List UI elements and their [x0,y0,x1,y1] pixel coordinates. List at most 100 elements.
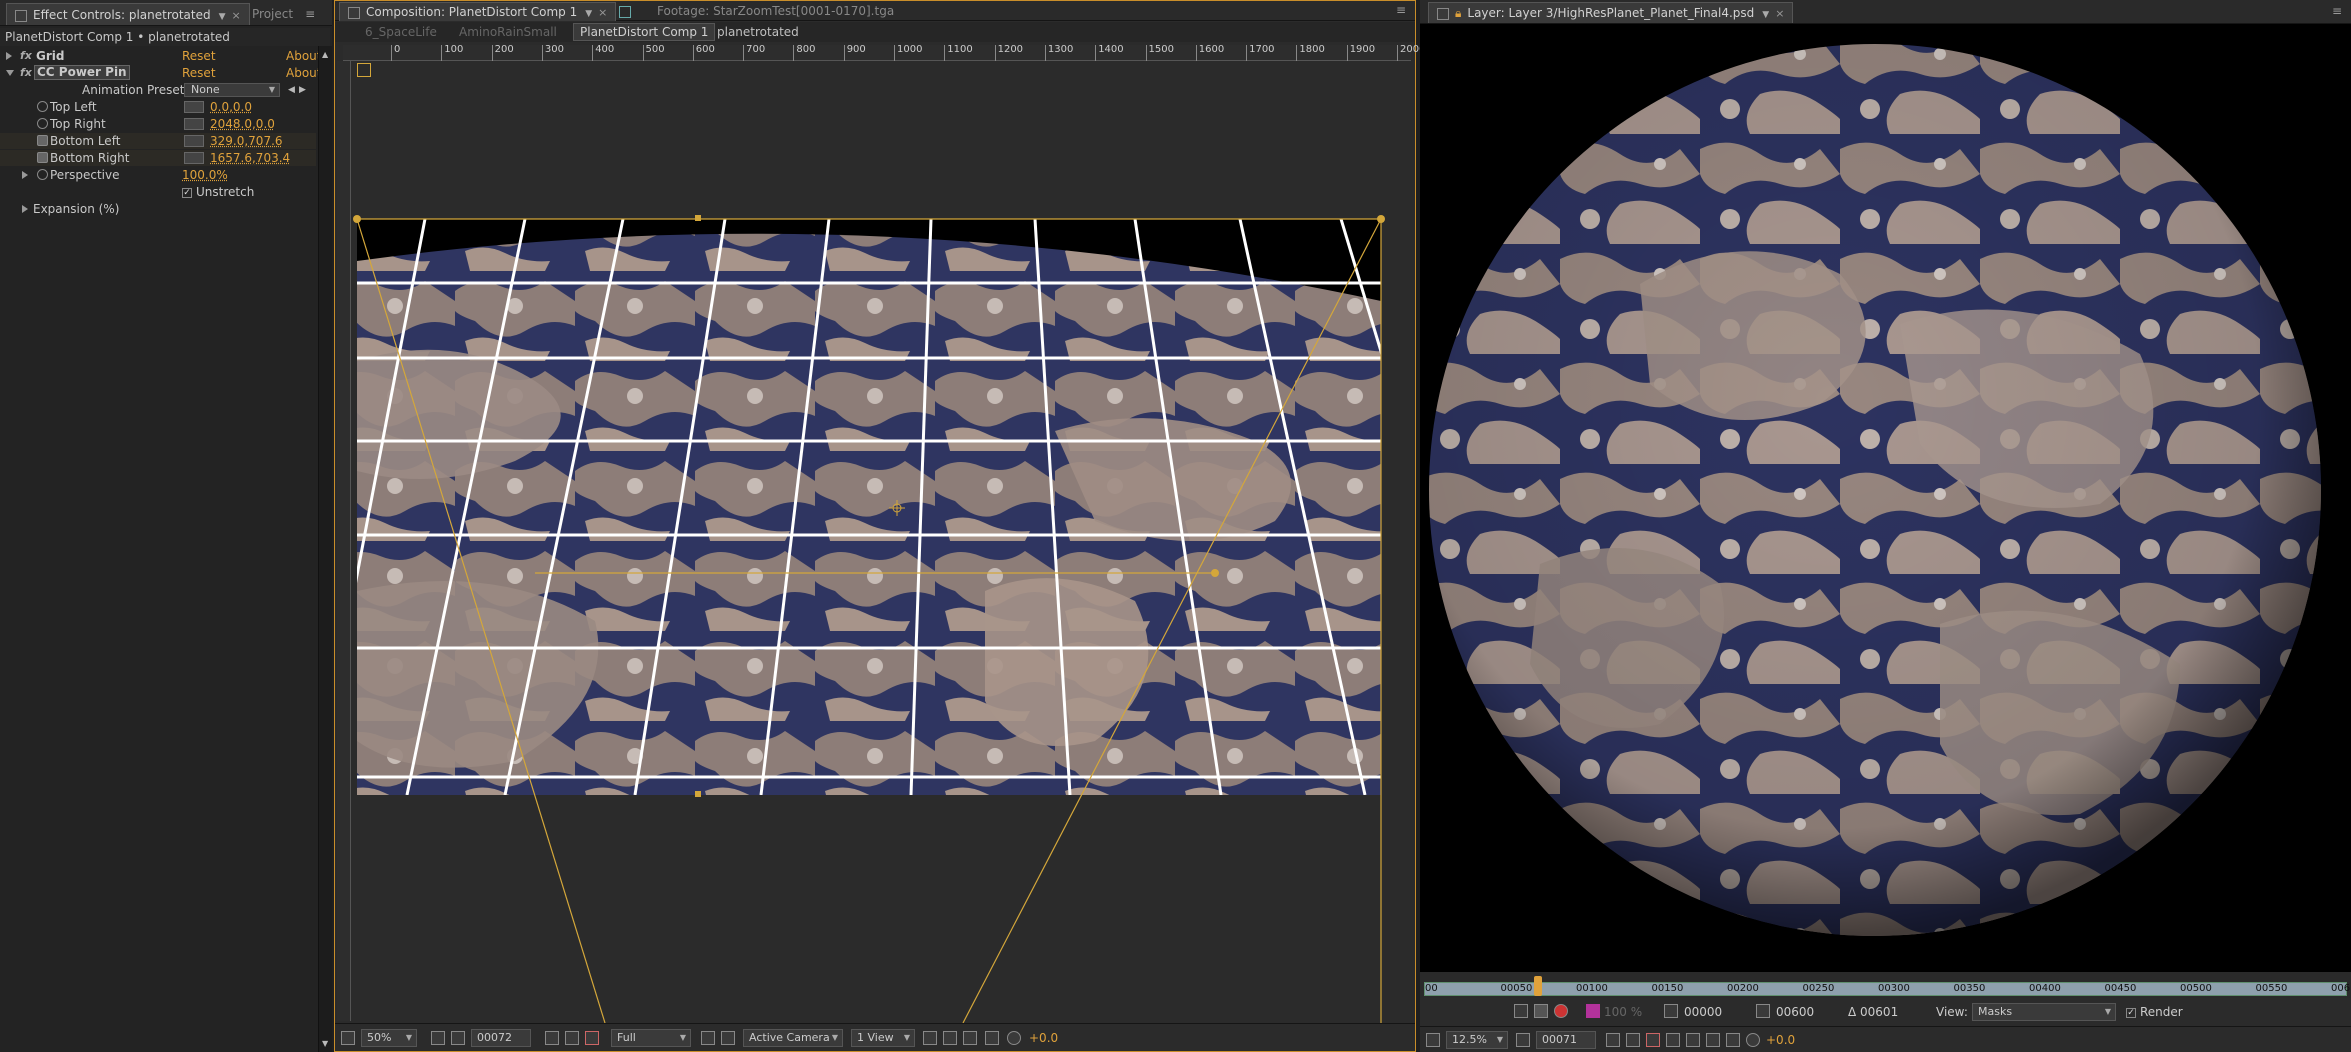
chevron-down-icon[interactable]: ▼ [219,12,226,22]
region-of-interest-icon[interactable] [1666,1033,1680,1047]
unstretch-checkbox[interactable]: ✓ Unstretch [182,184,254,200]
in-point-value[interactable]: 00000 [1684,1005,1722,1019]
param-value[interactable]: 100.0% [182,167,228,183]
color-channels-icon[interactable] [1646,1033,1660,1047]
camera-icon[interactable] [1606,1033,1620,1047]
ripple-insert-icon[interactable] [1534,1004,1548,1018]
out-point-value[interactable]: 00600 [1776,1005,1814,1019]
chevron-down-icon[interactable]: ▼ [1762,10,1769,20]
layer-timecode-field[interactable]: 00071 [1536,1031,1596,1049]
go-to-out-icon[interactable] [1756,1004,1770,1018]
param-value[interactable]: 0.0,0.0 [210,99,252,115]
planet-layer-view[interactable] [1420,24,2351,964]
tab-effect-controls[interactable]: Effect Controls: planetrotated ▼ × [6,3,250,25]
snapshot-icon[interactable] [565,1031,579,1045]
scrollbar[interactable]: ▲ ▼ [318,46,332,1052]
toggle-view-icon[interactable] [1726,1033,1740,1047]
about-link-grid[interactable]: About [286,48,321,64]
param-value[interactable]: 329.0,707.6 [210,133,283,149]
flowchart-icon[interactable] [985,1031,999,1045]
close-icon[interactable]: × [232,9,241,22]
toggle-mask-icon[interactable] [943,1031,957,1045]
layer-exposure-value[interactable]: +0.0 [1766,1031,1795,1049]
preset-next-icon[interactable]: ▶ [299,82,306,98]
layer-zoom-select[interactable]: 12.5% ▼ [1446,1031,1508,1049]
unstretch-row[interactable]: ✓ Unstretch [0,184,316,200]
crosshair-icon[interactable] [184,101,204,113]
fast-preview-icon[interactable] [701,1031,715,1045]
panel-menu-icon[interactable]: ≡ [2332,4,2342,18]
close-icon[interactable]: × [1775,7,1784,20]
param-row-bottom-right[interactable]: Bottom Right 1657.6,703.4 [0,150,316,166]
camera-select[interactable]: Active Camera ▼ [743,1029,843,1047]
layer-timeline[interactable]: 00 00050 00100 00150 00200 00250 00300 00350 004… [1420,972,2351,998]
camera-icon[interactable] [545,1031,559,1045]
crosshair-icon[interactable] [184,135,204,147]
playhead-icon[interactable] [1534,976,1542,996]
param-row-top-right[interactable]: Top Right 2048.0,0.0 [0,116,316,132]
animation-presets-row: Animation Presets: None ▼ ◀ ▶ [0,82,316,98]
overlay-edit-icon[interactable] [1554,1004,1568,1018]
scroll-down-icon[interactable]: ▼ [322,1039,328,1048]
expand-triangle-icon[interactable] [22,205,28,213]
param-value[interactable]: 2048.0,0.0 [210,116,275,132]
checkmark-icon[interactable]: ✓ [2126,1007,2136,1018]
stopwatch-icon[interactable] [37,169,48,180]
effect-row-cc-power-pin[interactable]: fx CC Power Pin Reset About [0,65,321,81]
view-select[interactable]: Masks ▼ [1972,1003,2116,1021]
timecode-field[interactable]: 00072 [471,1029,531,1047]
effect-row-grid[interactable]: fx Grid Reset About [0,48,321,64]
param-row-bottom-left[interactable]: Bottom Left 329.0,707.6 [0,133,316,149]
stopwatch-icon[interactable] [37,101,48,112]
reset-button-cc-power-pin[interactable]: Reset [182,65,216,81]
param-row-top-left[interactable]: Top Left 0.0,0.0 [0,99,316,115]
go-to-in-icon[interactable] [1664,1004,1678,1018]
param-row-perspective[interactable]: Perspective 100.0% [0,167,316,183]
param-value[interactable]: 1657.6,703.4 [210,150,290,166]
crosshair-icon[interactable] [184,152,204,164]
collapse-triangle-icon[interactable] [6,70,14,76]
expand-triangle-icon[interactable] [22,171,28,179]
color-swatch-icon[interactable] [1586,1004,1600,1018]
tab-layer[interactable]: 🔒︎ Layer: Layer 3/HighResPlanet_Planet_Fi… [1428,2,1794,23]
animation-presets-select[interactable]: None ▼ [184,83,280,97]
expansion-row[interactable]: Expansion (%) [0,201,316,217]
lock-icon[interactable]: 🔒︎ [1455,6,1461,20]
fx-icon[interactable]: fx [20,48,32,64]
region-of-interest-icon[interactable] [451,1031,465,1045]
transparency-grid-icon[interactable] [721,1031,735,1045]
zoom-select[interactable]: 50% ▼ [361,1029,417,1047]
3d-view-icon[interactable] [963,1031,977,1045]
fit-icon[interactable] [431,1031,445,1045]
view-layout-select[interactable]: 1 View ▼ [851,1029,915,1047]
always-preview-icon[interactable] [1426,1033,1440,1047]
fx-icon[interactable]: fx [20,65,32,81]
scroll-up-icon[interactable]: ▲ [322,50,328,59]
color-channels-icon[interactable] [585,1031,599,1045]
preset-prev-icon[interactable]: ◀ [288,82,295,98]
resolution-select[interactable]: Full ▼ [611,1029,691,1047]
checkmark-icon[interactable]: ✓ [182,187,192,198]
composition-viewer[interactable] [335,1,1417,1052]
crosshair-icon[interactable] [184,118,204,130]
stopwatch-icon[interactable] [37,118,48,129]
exposure-value[interactable]: +0.0 [1029,1029,1058,1047]
exposure-icon[interactable] [1007,1031,1021,1045]
stopwatch-icon[interactable] [37,152,48,163]
toggle-mask-icon[interactable] [1706,1033,1720,1047]
always-preview-icon[interactable] [341,1031,355,1045]
toggle-pixel-aspect-icon[interactable] [923,1031,937,1045]
timeline-ruler[interactable]: 00 00050 00100 00150 00200 00250 00300 00350 004… [1424,982,2350,996]
fit-icon[interactable] [1516,1033,1530,1047]
transparency-grid-icon[interactable] [1686,1033,1700,1047]
exposure-icon[interactable] [1746,1033,1760,1047]
about-link-cc-power-pin[interactable]: About [286,65,321,81]
stopwatch-icon[interactable] [37,135,48,146]
expand-triangle-icon[interactable] [6,52,12,60]
panel-menu-icon[interactable]: ≡ [305,7,315,21]
tab-project[interactable]: Project ≡ [244,3,322,25]
snapshot-icon[interactable] [1626,1033,1640,1047]
render-checkbox[interactable]: ✓ Render [2126,1005,2183,1019]
reset-button-grid[interactable]: Reset [182,48,216,64]
set-in-icon[interactable] [1514,1004,1528,1018]
